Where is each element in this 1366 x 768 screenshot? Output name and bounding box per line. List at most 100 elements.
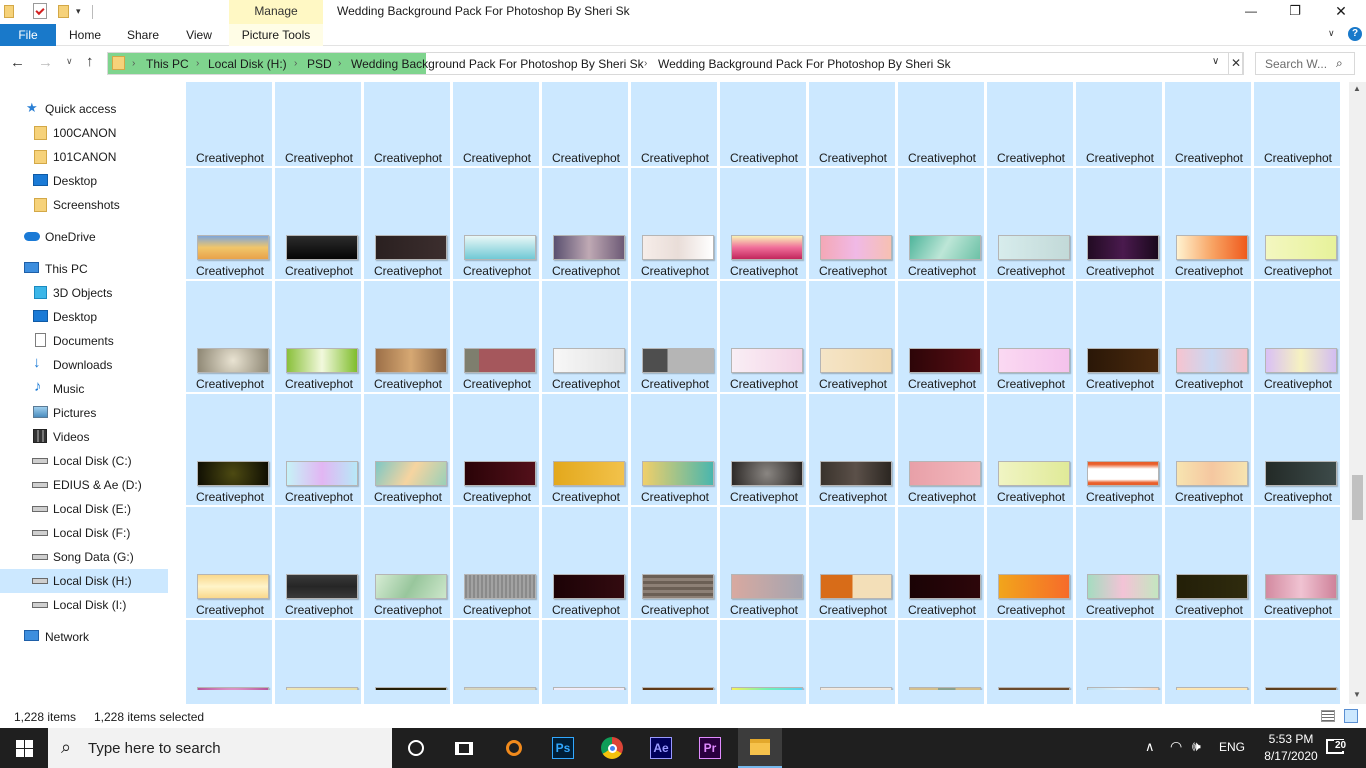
cortana-icon[interactable]: [396, 728, 436, 768]
crumb-wedding-pack-2[interactable]: Wedding Background Pack For Photoshop By…: [658, 53, 951, 75]
file-tile[interactable]: Creativephoto (823): [453, 394, 539, 519]
task-view-icon[interactable]: [444, 728, 484, 768]
file-tile[interactable]: Creativephoto (831): [1165, 394, 1251, 519]
details-view-icon[interactable]: [1321, 710, 1335, 722]
file-tile[interactable]: [453, 690, 539, 704]
file-tile[interactable]: Creativephoto (801): [809, 168, 895, 293]
tab-file[interactable]: File: [0, 24, 56, 46]
file-tile[interactable]: Creativephoto (800): [720, 168, 806, 293]
show-hidden-icons[interactable]: ∧: [1145, 739, 1155, 755]
address-box[interactable]: › This PC › Local Disk (H:) › PSD › Wedd…: [107, 52, 1243, 75]
nav-item-100canon[interactable]: 100CANON: [0, 121, 168, 145]
file-tile[interactable]: Creativephoto (830): [1076, 394, 1162, 519]
file-tile[interactable]: [542, 690, 628, 704]
file-tile[interactable]: Creativephoto (783): [364, 82, 450, 180]
file-tile[interactable]: Creativephoto (836): [453, 507, 539, 632]
recent-locations-icon[interactable]: ∨: [66, 56, 73, 67]
file-tile[interactable]: [987, 690, 1073, 704]
file-tile[interactable]: Creativephoto (787): [720, 82, 806, 180]
nav-item-3d-objects[interactable]: 3D Objects: [0, 281, 168, 305]
file-tile[interactable]: [898, 690, 984, 704]
file-explorer-icon[interactable]: [738, 728, 782, 768]
minimize-button[interactable]: —: [1228, 0, 1274, 24]
file-tile[interactable]: Creativephoto (824): [542, 394, 628, 519]
nav-onedrive[interactable]: OneDrive: [0, 225, 168, 249]
tab-view[interactable]: View: [176, 24, 222, 46]
file-tile[interactable]: Creativephoto (828): [898, 394, 984, 519]
after-effects-icon[interactable]: Ae: [641, 728, 681, 768]
nav-network[interactable]: Network: [0, 625, 168, 649]
back-arrow-icon[interactable]: ←: [10, 54, 25, 71]
nav-item-music[interactable]: ♪ Music: [0, 377, 168, 401]
scroll-up-icon[interactable]: ▲: [1353, 84, 1361, 93]
nav-item-local-disk-h[interactable]: Local Disk (H:): [0, 569, 168, 593]
file-tile[interactable]: Creativephoto (844): [1165, 507, 1251, 632]
file-tile[interactable]: Creativephoto (793): [1254, 82, 1340, 180]
file-tile[interactable]: [1254, 690, 1340, 704]
premiere-pro-icon[interactable]: Pr: [690, 728, 730, 768]
file-tile[interactable]: [809, 690, 895, 704]
nav-quick-access[interactable]: ★ Quick access: [0, 97, 168, 121]
file-tile[interactable]: Creativephoto (812): [631, 281, 717, 406]
file-tile[interactable]: [1076, 690, 1162, 704]
file-tile[interactable]: Creativephoto (788): [809, 82, 895, 180]
file-tile[interactable]: [364, 690, 450, 704]
file-tile[interactable]: Creativephoto (838): [631, 507, 717, 632]
nav-item-documents[interactable]: Documents: [0, 329, 168, 353]
nav-item-local-disk-i[interactable]: Local Disk (I:): [0, 593, 168, 617]
file-tile[interactable]: Creativephoto (819): [1254, 281, 1340, 406]
large-icons-view-icon[interactable]: [1344, 709, 1358, 723]
file-tile[interactable]: [275, 690, 361, 704]
file-tile[interactable]: Creativephoto (810): [453, 281, 539, 406]
file-tile[interactable]: Creativephoto (802): [898, 168, 984, 293]
properties-icon[interactable]: [33, 3, 47, 19]
file-tile[interactable]: Creativephoto (821): [275, 394, 361, 519]
file-tile[interactable]: Creativephoto (818): [1165, 281, 1251, 406]
nav-item-screenshots[interactable]: Screenshots: [0, 193, 168, 217]
file-tile[interactable]: Creativephoto (815): [898, 281, 984, 406]
notification-center-icon[interactable]: 20: [1326, 739, 1348, 754]
vertical-scrollbar[interactable]: ▲ ▼: [1349, 82, 1366, 704]
file-tile[interactable]: Creativephoto (781): [186, 82, 272, 180]
file-tile[interactable]: Creativephoto (806): [1254, 168, 1340, 293]
file-tile[interactable]: Creativephoto (796): [364, 168, 450, 293]
tab-picture-tools[interactable]: Picture Tools: [229, 24, 323, 46]
file-tile[interactable]: Creativephoto (845): [1254, 507, 1340, 632]
file-tile[interactable]: [720, 690, 806, 704]
file-tile[interactable]: Creativephoto (822): [364, 394, 450, 519]
file-tile[interactable]: Creativephoto (807): [186, 281, 272, 406]
file-tile[interactable]: Creativephoto (826): [720, 394, 806, 519]
file-tile[interactable]: Creativephoto (797): [453, 168, 539, 293]
file-tile[interactable]: Creativephoto (804): [1076, 168, 1162, 293]
file-tile[interactable]: Creativephoto (789): [898, 82, 984, 180]
file-tile[interactable]: Creativephoto (817): [1076, 281, 1162, 406]
file-tile[interactable]: Creativephoto (839): [720, 507, 806, 632]
forward-arrow-icon[interactable]: →: [38, 54, 53, 71]
crumb-psd[interactable]: PSD: [307, 53, 332, 75]
file-tile[interactable]: Creativephoto (833): [186, 507, 272, 632]
file-tile[interactable]: Creativephoto (790): [987, 82, 1073, 180]
search-app-icon[interactable]: [494, 728, 534, 768]
tab-home[interactable]: Home: [60, 24, 110, 46]
nav-item-videos[interactable]: Videos: [0, 425, 168, 449]
address-dropdown-icon[interactable]: ∨: [1212, 56, 1219, 67]
nav-item-local-disk-f[interactable]: Local Disk (F:): [0, 521, 168, 545]
clock-date[interactable]: 8/17/2020: [1254, 749, 1328, 763]
file-tile[interactable]: Creativephoto (837): [542, 507, 628, 632]
file-tile[interactable]: Creativephoto (842): [987, 507, 1073, 632]
nav-item-edius-ae-d[interactable]: EDIUS & Ae (D:): [0, 473, 168, 497]
file-tile[interactable]: Creativephoto (841): [898, 507, 984, 632]
file-tile[interactable]: Creativephoto (803): [987, 168, 1073, 293]
file-tile[interactable]: Creativephoto (835): [364, 507, 450, 632]
file-tile[interactable]: Creativephoto (809): [364, 281, 450, 406]
nav-item-song-data-g[interactable]: Song Data (G:): [0, 545, 168, 569]
clear-address-button[interactable]: ✕: [1228, 52, 1244, 75]
chrome-icon[interactable]: [592, 728, 632, 768]
photoshop-icon[interactable]: Ps: [543, 728, 583, 768]
scroll-thumb[interactable]: [1352, 475, 1363, 520]
file-tile[interactable]: [1165, 690, 1251, 704]
file-tile[interactable]: Creativephoto (795): [275, 168, 361, 293]
file-tile[interactable]: Creativephoto (832): [1254, 394, 1340, 519]
file-tile[interactable]: Creativephoto (843): [1076, 507, 1162, 632]
up-arrow-icon[interactable]: ↑: [86, 53, 94, 70]
